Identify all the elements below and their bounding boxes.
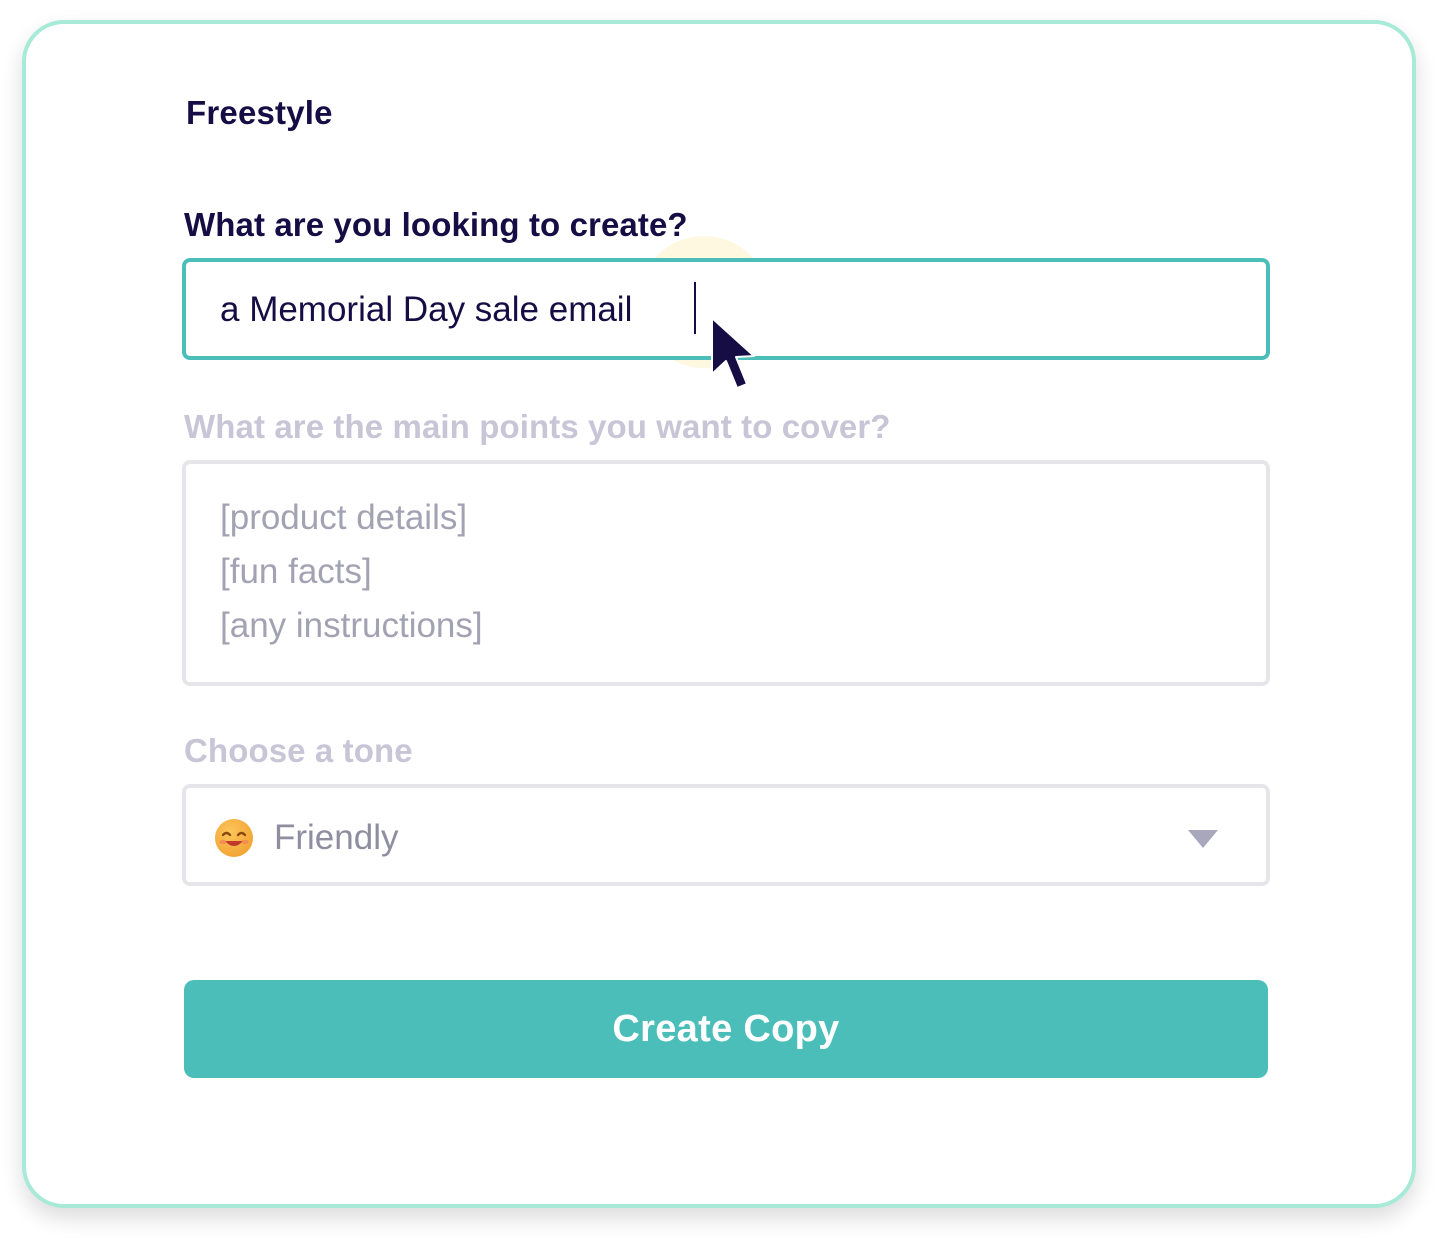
- create-copy-button[interactable]: Create Copy: [184, 980, 1268, 1078]
- chevron-down-icon[interactable]: [1188, 830, 1218, 848]
- create-input-value: a Memorial Day sale email: [220, 290, 633, 329]
- create-question-label: What are you looking to create?: [184, 206, 688, 243]
- tone-selected-value: Friendly: [274, 818, 399, 857]
- tone-select[interactable]: Friendly: [182, 784, 1270, 886]
- points-question-label: What are the main points you want to cov…: [184, 408, 891, 445]
- mouse-pointer-icon: [711, 317, 755, 389]
- placeholder-line: [any instructions]: [220, 606, 483, 645]
- text-caret: [694, 282, 696, 334]
- form-title: Freestyle: [186, 94, 333, 131]
- placeholder-line: [product details]: [220, 498, 468, 537]
- points-textarea[interactable]: [product details] [fun facts] [any instr…: [182, 460, 1270, 686]
- smiling-face-icon: [215, 819, 253, 857]
- freestyle-card: Freestyle What are you looking to create…: [22, 20, 1416, 1208]
- tone-label: Choose a tone: [184, 732, 413, 769]
- placeholder-line: [fun facts]: [220, 552, 372, 591]
